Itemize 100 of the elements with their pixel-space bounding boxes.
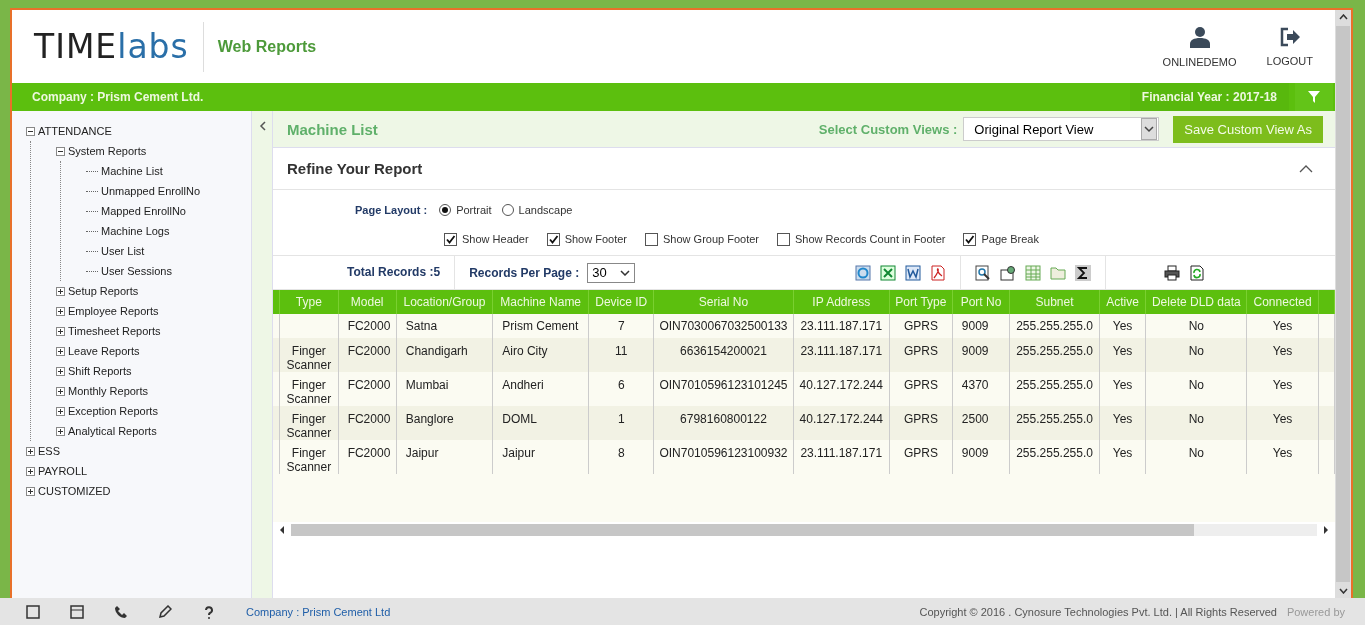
tree-item[interactable]: ESS	[38, 445, 60, 457]
option-checkbox[interactable]: Page Break	[963, 232, 1039, 246]
tree-item[interactable]: Exception Reports	[68, 405, 158, 417]
table-cell: Finger Scanner	[285, 344, 333, 372]
table-cell: 255.255.255.0	[1016, 378, 1093, 392]
excel-export-icon[interactable]	[880, 264, 897, 281]
tree-item[interactable]: Unmapped EnrollNo	[101, 185, 201, 197]
right-arrow-icon[interactable]	[1323, 526, 1329, 534]
footer-company: Company : Prism Cement Ltd	[246, 605, 391, 618]
tree-item[interactable]: User List	[101, 245, 145, 257]
search-icon[interactable]	[975, 264, 992, 281]
layout-radio[interactable]: Portrait	[439, 204, 492, 216]
expand-icon[interactable]	[56, 426, 65, 436]
print-icon[interactable]	[1164, 264, 1181, 281]
square-icon[interactable]	[26, 604, 40, 619]
table-cell: OIN7010596123101245	[659, 378, 788, 392]
table-cell: FC2000	[347, 319, 391, 333]
page-layout-label: Page Layout :	[355, 204, 428, 216]
table-cell: Prism Cement	[502, 319, 579, 333]
phone-icon[interactable]	[114, 604, 128, 619]
tree-item[interactable]: PAYROLL	[38, 465, 88, 477]
table-cell: Satna	[405, 319, 438, 333]
collapse-icon[interactable]	[26, 126, 35, 136]
table-cell: No	[1188, 319, 1204, 333]
app-title: Web Reports	[217, 37, 317, 56]
table-cell: 23.111.187.171	[800, 446, 883, 460]
total-records: Total Records :5	[273, 256, 456, 289]
expand-icon[interactable]	[56, 386, 65, 396]
pdf-export-icon[interactable]	[930, 264, 947, 281]
check-icon	[547, 233, 559, 245]
table-cell: 255.255.255.0	[1016, 344, 1093, 358]
logout-button[interactable]: LOGOUT	[1266, 26, 1313, 67]
table-cell: Yes	[1272, 446, 1293, 460]
collapse-icon[interactable]	[56, 146, 65, 156]
expand-icon[interactable]	[56, 326, 65, 336]
tree-item[interactable]: ATTENDANCE	[38, 125, 112, 137]
user-button[interactable]: ONLINEDEMO	[1162, 25, 1237, 68]
help-icon[interactable]	[202, 604, 216, 619]
table-cell: Yes	[1112, 344, 1133, 358]
tree-item[interactable]: User Sessions	[101, 265, 172, 277]
check-icon	[964, 233, 976, 245]
table-cell: OIN7010596123100932	[659, 446, 788, 460]
word-export-icon[interactable]	[905, 264, 922, 281]
table-cell: 4370	[961, 378, 989, 392]
powered-by-text: Powered by	[1286, 605, 1345, 618]
expand-icon[interactable]	[56, 346, 65, 356]
section-title: Refine Your Report	[287, 160, 423, 177]
option-checkbox[interactable]: Show Records Count in Footer	[777, 232, 946, 246]
chevron-left-icon[interactable]	[258, 121, 266, 131]
chevron-up-icon[interactable]	[1299, 164, 1313, 173]
pencil-icon[interactable]	[158, 604, 172, 619]
table-cell: GPRS	[903, 378, 938, 392]
tree-item[interactable]: Timesheet Reports	[68, 325, 161, 337]
sigma-icon[interactable]	[1075, 264, 1092, 281]
tree-item[interactable]: Shift Reports	[68, 365, 132, 377]
table-cell: 9009	[961, 446, 989, 460]
company-name: Company : Prism Cement Ltd.	[32, 90, 204, 104]
left-arrow-icon[interactable]	[279, 526, 285, 534]
records-per-page-label: Records Per Page :	[469, 265, 580, 280]
vertical-scrollbar[interactable]	[1335, 10, 1351, 598]
table-cell: 9009	[961, 319, 989, 333]
report-title: Machine List	[287, 120, 378, 138]
table-cell: No	[1188, 378, 1204, 392]
tree-item[interactable]: Machine List	[101, 165, 163, 177]
table-cell: Yes	[1272, 344, 1293, 358]
table-cell: 6636154200021	[680, 344, 767, 358]
option-checkbox[interactable]: Show Header	[444, 232, 529, 246]
tree-item[interactable]: Analytical Reports	[68, 425, 157, 437]
tree-item[interactable]: Leave Reports	[68, 345, 140, 357]
custom-view-dropdown[interactable]: Original Report View	[963, 117, 1160, 141]
table-cell: 7	[617, 319, 625, 333]
tree-item[interactable]: Setup Reports	[68, 285, 139, 297]
expand-icon[interactable]	[26, 466, 35, 476]
table-cell: 255.255.255.0	[1016, 319, 1093, 333]
layout-radio[interactable]: Landscape	[501, 204, 573, 216]
expand-icon[interactable]	[26, 486, 35, 496]
refresh-icon[interactable]	[1189, 264, 1206, 281]
table-cell: 9009	[961, 344, 989, 358]
expand-icon[interactable]	[56, 366, 65, 376]
option-checkbox[interactable]: Show Group Footer	[645, 232, 760, 246]
records-per-page-dropdown[interactable]: 30	[587, 262, 636, 283]
table-cell: Yes	[1112, 412, 1133, 426]
filter-icon	[1308, 91, 1320, 103]
tree-item[interactable]: CUSTOMIZED	[38, 485, 111, 497]
table-cell: GPRS	[903, 412, 938, 426]
expand-icon[interactable]	[26, 446, 35, 456]
tree-item[interactable]: Employee Reports	[68, 305, 159, 317]
table-cell: No	[1188, 446, 1204, 460]
expand-icon[interactable]	[56, 286, 65, 296]
tree-item[interactable]: Machine Logs	[101, 225, 170, 237]
tree-item[interactable]: Monthly Reports	[68, 385, 149, 397]
expand-icon[interactable]	[56, 306, 65, 316]
table-cell: Jaipur	[405, 446, 439, 460]
table-cell: Yes	[1112, 446, 1133, 460]
tree-item[interactable]: System Reports	[68, 145, 147, 157]
table-cell: 8	[617, 446, 625, 460]
option-checkbox[interactable]: Show Footer	[546, 232, 628, 246]
expand-icon[interactable]	[56, 406, 65, 416]
table-cell: 6798160800122	[680, 412, 767, 426]
tree-item[interactable]: Mapped EnrollNo	[101, 205, 186, 217]
